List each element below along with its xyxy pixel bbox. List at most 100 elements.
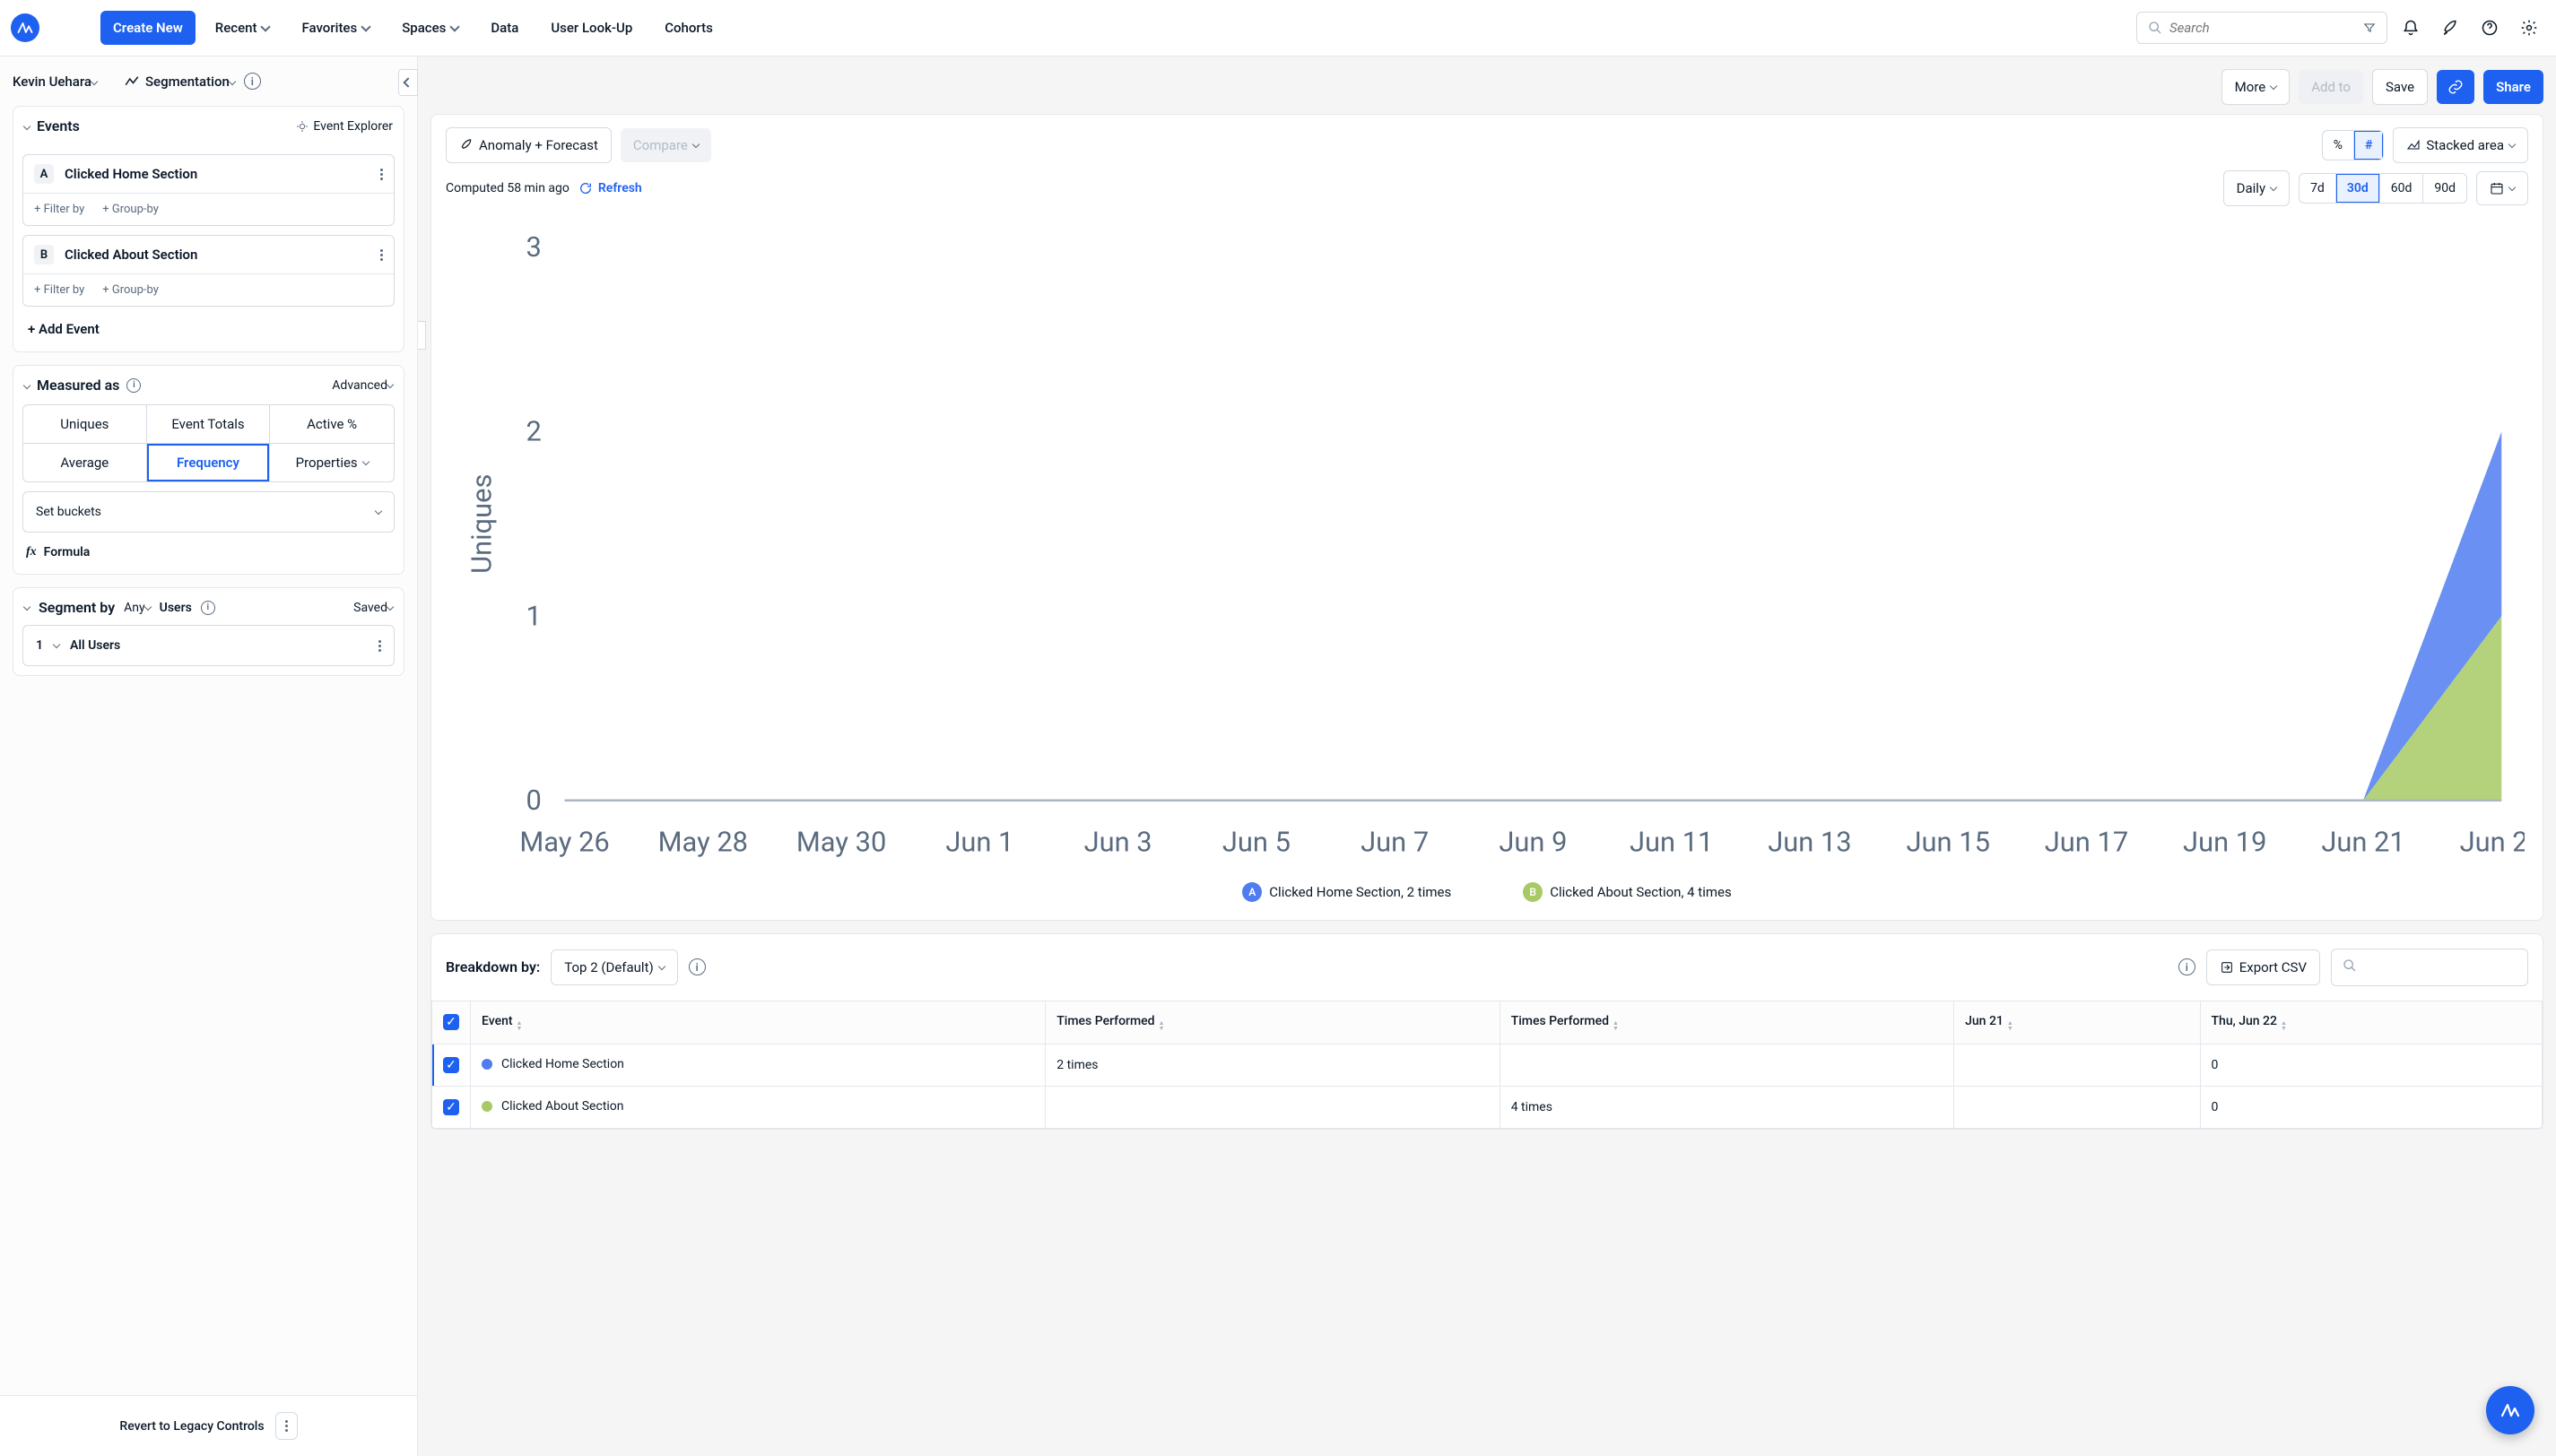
notifications-icon[interactable] xyxy=(2395,12,2427,44)
row-checkbox[interactable]: ✓ xyxy=(443,1057,459,1073)
more-button[interactable]: More xyxy=(2221,69,2291,105)
info-icon[interactable]: i xyxy=(689,958,706,975)
svg-text:Jun 15: Jun 15 xyxy=(1907,825,1990,858)
saved-dropdown[interactable]: Saved xyxy=(353,601,393,615)
interval-dropdown[interactable]: Daily xyxy=(2223,170,2290,206)
any-dropdown[interactable]: Any xyxy=(124,601,151,615)
measured-collapse-toggle[interactable] xyxy=(24,377,30,394)
help-fab[interactable] xyxy=(2486,1386,2534,1434)
row-checkbox[interactable]: ✓ xyxy=(443,1099,459,1115)
breakdown-selector[interactable]: Top 2 (Default) xyxy=(551,949,677,985)
rocket-icon[interactable] xyxy=(2434,12,2466,44)
formula-button[interactable]: Formula xyxy=(44,545,91,559)
measure-uniques[interactable]: Uniques xyxy=(23,405,147,444)
select-all-checkbox[interactable]: ✓ xyxy=(443,1014,459,1030)
filter-icon[interactable] xyxy=(2363,22,2376,34)
search-icon xyxy=(2148,21,2162,35)
nav-spaces[interactable]: Spaces xyxy=(389,11,471,45)
breakdown-label: Breakdown by: xyxy=(446,958,540,975)
computed-label: Computed 58 min ago xyxy=(446,181,569,195)
refresh-button[interactable]: Refresh xyxy=(578,181,642,195)
measure-average[interactable]: Average xyxy=(23,444,147,481)
global-search[interactable] xyxy=(2136,12,2387,44)
svg-text:3: 3 xyxy=(526,230,542,264)
analysis-type-selector[interactable]: Segmentation xyxy=(145,74,235,90)
event-letter: A xyxy=(34,164,54,184)
calendar-icon xyxy=(2490,181,2504,195)
link-icon xyxy=(2447,79,2464,95)
range-30d[interactable]: 30d xyxy=(2336,174,2380,203)
add-event-button[interactable]: + Add Event xyxy=(28,321,100,337)
table-search[interactable] xyxy=(2331,949,2528,986)
expand-chart-button[interactable] xyxy=(418,321,426,350)
event-menu-button[interactable] xyxy=(380,249,383,261)
app-switcher-icon[interactable] xyxy=(54,12,86,44)
column-header[interactable]: Event▲▼ xyxy=(471,1001,1046,1044)
table-row: ✓ Clicked Home Section 2 times0 xyxy=(432,1044,2543,1086)
nav-cohorts[interactable]: Cohorts xyxy=(652,11,726,45)
info-icon[interactable]: i xyxy=(244,73,261,90)
share-button[interactable]: Share xyxy=(2483,70,2543,104)
segment-item[interactable]: 1 All Users xyxy=(22,625,395,666)
footer-menu-button[interactable] xyxy=(275,1412,298,1440)
buckets-dropdown[interactable]: Set buckets xyxy=(22,491,395,533)
controls-panel: Kevin Uehara Segmentation i Events Event… xyxy=(0,56,418,1456)
segment-index: 1 xyxy=(36,638,43,653)
percent-hash-toggle: % # xyxy=(2322,130,2385,160)
column-header[interactable]: Times Performed▲▼ xyxy=(1500,1001,1953,1044)
link-button[interactable] xyxy=(2437,70,2474,104)
segment-collapse-toggle[interactable] xyxy=(24,601,30,615)
info-icon[interactable]: i xyxy=(126,378,141,393)
owner-selector[interactable]: Kevin Uehara xyxy=(13,74,97,90)
export-csv-button[interactable]: Export CSV xyxy=(2206,949,2320,985)
event-name[interactable]: Clicked Home Section xyxy=(65,166,369,182)
filter-by-link[interactable]: + Filter by xyxy=(34,283,84,297)
event-name[interactable]: Clicked About Section xyxy=(65,247,369,263)
event-explorer-link[interactable]: Event Explorer xyxy=(295,119,393,134)
search-input[interactable] xyxy=(2169,20,2356,36)
group-by-link[interactable]: + Group-by xyxy=(102,203,159,216)
measure-active-pct[interactable]: Active % xyxy=(270,405,394,444)
filter-by-link[interactable]: + Filter by xyxy=(34,203,84,216)
settings-icon[interactable] xyxy=(2513,12,2545,44)
help-icon[interactable] xyxy=(2473,12,2506,44)
events-collapse-toggle[interactable] xyxy=(24,117,30,134)
legend-item[interactable]: BClicked About Section, 4 times xyxy=(1523,882,1732,902)
stacked-area-chart: 0123UniquesMay 26May 28May 30Jun 1Jun 3J… xyxy=(449,224,2525,870)
range-7d[interactable]: 7d xyxy=(2300,174,2336,203)
measure-event-totals[interactable]: Event Totals xyxy=(147,405,271,444)
column-header[interactable]: Thu, Jun 22▲▼ xyxy=(2200,1001,2542,1044)
nav-data[interactable]: Data xyxy=(478,11,531,45)
nav-recent[interactable]: Recent xyxy=(203,11,283,45)
measure-properties[interactable]: Properties xyxy=(270,444,394,481)
chart-type-dropdown[interactable]: Stacked area xyxy=(2393,127,2528,163)
event-menu-button[interactable] xyxy=(380,169,383,180)
measure-frequency[interactable]: Frequency xyxy=(147,444,271,481)
svg-text:Jun 3: Jun 3 xyxy=(1084,825,1152,858)
anomaly-forecast-button[interactable]: Anomaly + Forecast xyxy=(446,127,612,163)
create-new-button[interactable]: Create New xyxy=(100,11,196,45)
segment-menu-button[interactable] xyxy=(378,640,381,652)
revert-legacy-link[interactable]: Revert to Legacy Controls xyxy=(119,1419,264,1434)
advanced-dropdown[interactable]: Advanced xyxy=(332,378,393,393)
group-by-link[interactable]: + Group-by xyxy=(102,283,159,297)
date-picker[interactable] xyxy=(2476,171,2528,205)
nav-user-lookup[interactable]: User Look-Up xyxy=(538,11,645,45)
range-90d[interactable]: 90d xyxy=(2423,174,2466,203)
percent-toggle[interactable]: % xyxy=(2323,131,2354,160)
column-header[interactable]: Jun 21▲▼ xyxy=(1954,1001,2200,1044)
event-letter: B xyxy=(34,245,54,264)
info-icon[interactable]: i xyxy=(201,601,215,615)
collapse-panel-button[interactable] xyxy=(398,69,418,96)
save-button[interactable]: Save xyxy=(2372,69,2428,105)
svg-text:Jun 1: Jun 1 xyxy=(945,825,1013,858)
nav-favorites[interactable]: Favorites xyxy=(289,11,382,45)
svg-text:1: 1 xyxy=(526,599,542,632)
legend-item[interactable]: AClicked Home Section, 2 times xyxy=(1242,882,1451,902)
svg-text:Jun 5: Jun 5 xyxy=(1222,825,1291,858)
hash-toggle[interactable]: # xyxy=(2354,131,2383,160)
range-60d[interactable]: 60d xyxy=(2380,174,2424,203)
segmentation-icon xyxy=(124,74,140,90)
column-header[interactable]: Times Performed▲▼ xyxy=(1046,1001,1500,1044)
info-icon[interactable]: i xyxy=(2178,958,2195,975)
